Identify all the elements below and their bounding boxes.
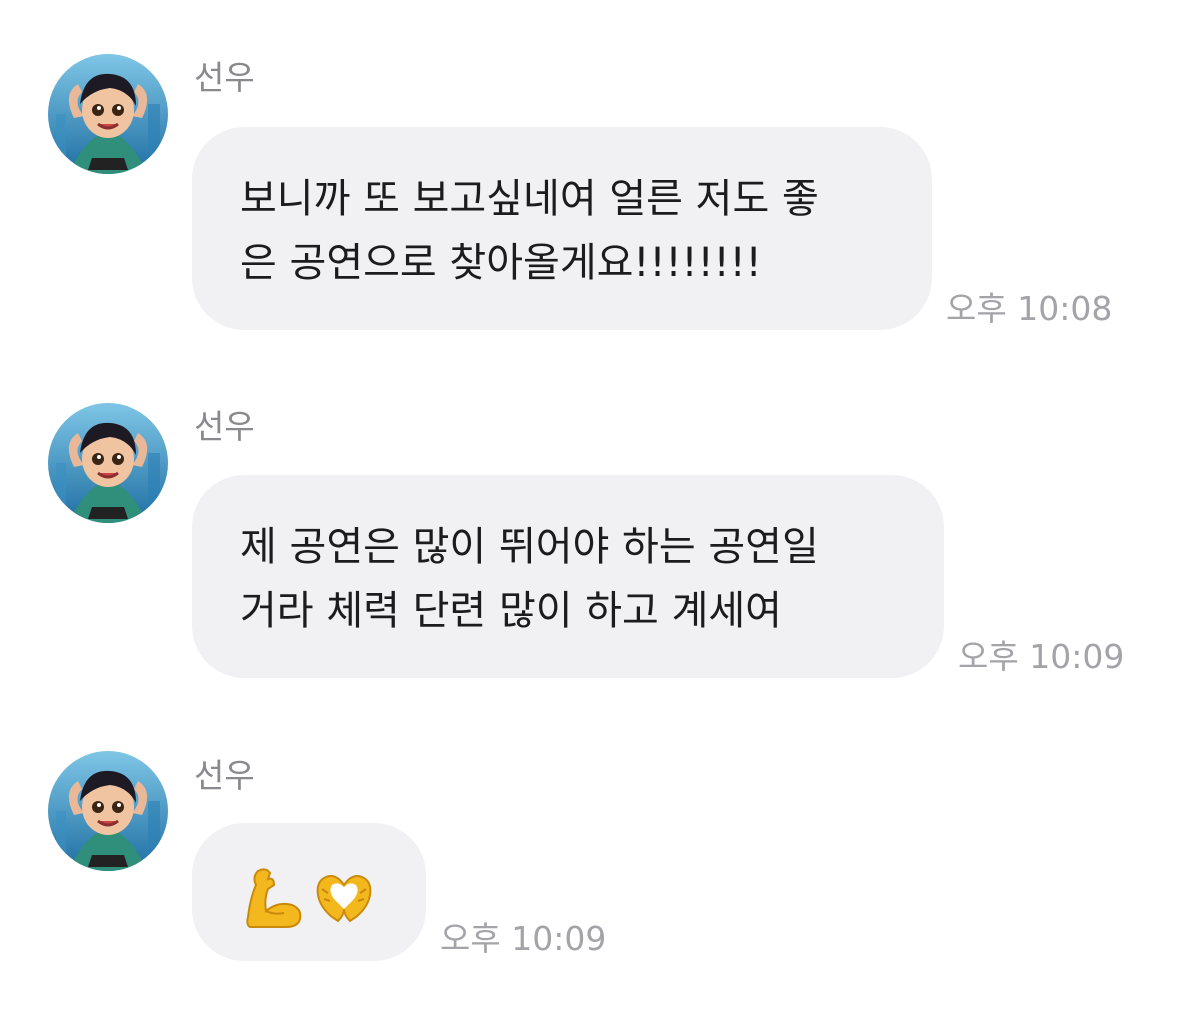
sender-name: 선우: [194, 756, 255, 795]
message-text-line: 제 공연은 많이 뛰어야 하는 공연일: [240, 524, 819, 570]
emoji-row: [244, 859, 426, 948]
profile-avatar-icon[interactable]: [48, 751, 168, 871]
message-bubble[interactable]: 보니까 또 보고싶네여 얼른 저도 좋 은 공연으로 찾아올게요!!!!!!!!: [192, 127, 932, 330]
sender-name: 선우: [194, 407, 255, 446]
profile-avatar-icon[interactable]: [48, 403, 168, 523]
flexed-biceps-icon: [244, 865, 304, 948]
message-bubble[interactable]: [192, 823, 426, 961]
message-bubble[interactable]: 제 공연은 많이 뛰어야 하는 공연일 거라 체력 단련 많이 하고 계세여: [192, 475, 944, 678]
message-text-line: 보니까 또 보고싶네여 얼른 저도 좋: [240, 176, 819, 222]
message-timestamp: 오후 10:09: [440, 919, 607, 958]
message-timestamp: 오후 10:08: [946, 289, 1113, 328]
message-text-line: 거라 체력 단련 많이 하고 계세여: [240, 588, 782, 634]
heart-hands-icon: [312, 869, 376, 944]
message-text-line: 은 공연으로 찾아올게요!!!!!!!!: [240, 240, 762, 286]
profile-avatar-icon[interactable]: [48, 54, 168, 174]
message-timestamp: 오후 10:09: [958, 637, 1125, 676]
sender-name: 선우: [194, 58, 255, 97]
